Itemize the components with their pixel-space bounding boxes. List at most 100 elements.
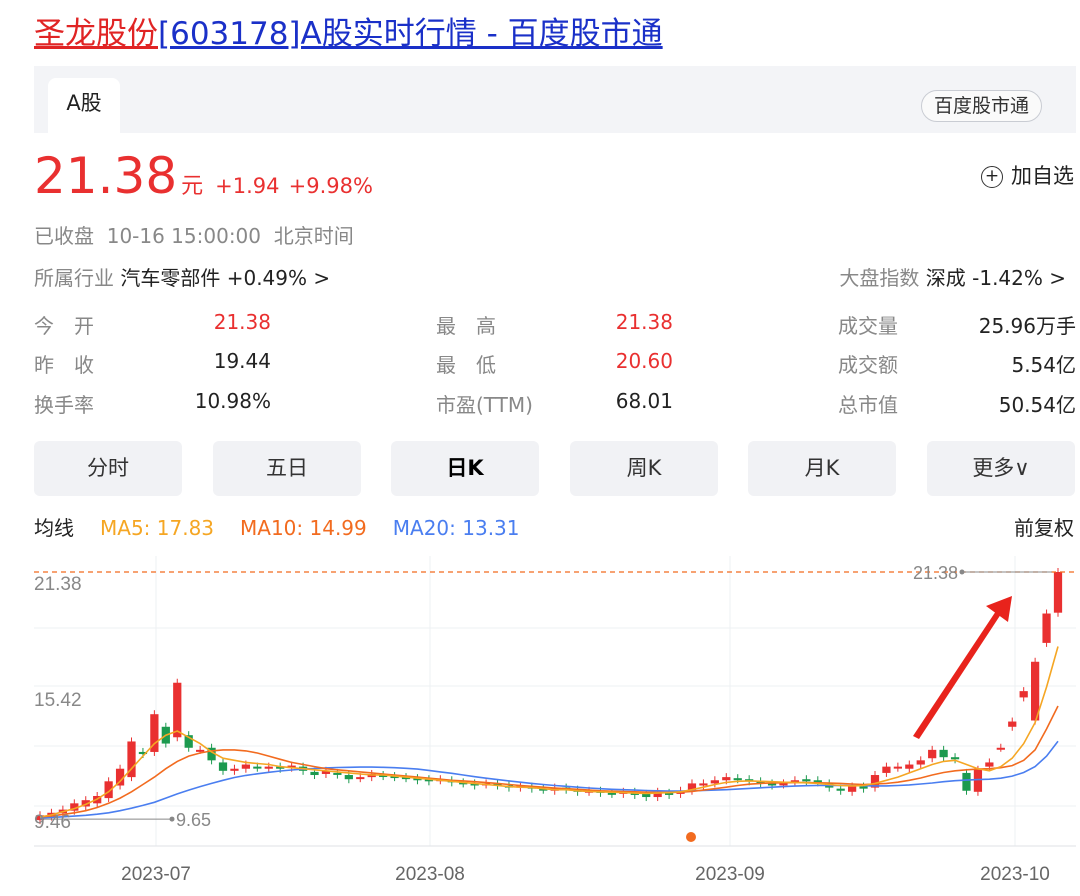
volume-value: 25.96万手 — [978, 314, 1076, 338]
market-tab-bar: A股 百度股市通 — [34, 66, 1076, 133]
candle — [973, 769, 983, 792]
market-cap-label: 总市值 — [838, 393, 898, 417]
high-value: 21.38 — [615, 310, 673, 334]
prev-close-value: 19.44 — [213, 349, 271, 373]
price-block: 21.38 元 +1.94 +9.98% — [34, 146, 373, 206]
candle — [607, 792, 617, 795]
market-cap-value: 50.54亿 — [998, 393, 1076, 417]
candle — [241, 764, 251, 769]
tab-monthly-k[interactable]: 月K — [748, 441, 896, 496]
candle — [699, 783, 708, 786]
add-watchlist-label: 加自选 — [1011, 164, 1074, 188]
candle — [859, 786, 868, 789]
x-tick-label: 2023-10 — [980, 864, 1050, 885]
candle — [710, 780, 719, 784]
ma-label: 均线 — [34, 516, 74, 540]
candle — [1042, 613, 1051, 643]
low-label: 最 低 — [436, 353, 496, 377]
plot-background — [34, 556, 1076, 846]
candle — [1019, 691, 1028, 698]
volume-label: 成交量 — [838, 314, 898, 338]
current-price: 21.38 — [34, 147, 178, 205]
price-unit: 元 — [181, 174, 204, 199]
amount-value: 5.54亿 — [1011, 353, 1076, 377]
ma5-value: MA5: 17.83 — [100, 516, 215, 540]
candle — [642, 793, 651, 798]
source-badge[interactable]: 百度股市通 — [920, 90, 1042, 122]
kline-chart[interactable]: 21.38 9.65 21.38 15.42 9.46 2023-07 2023-08 20… — [0, 556, 1080, 896]
candle — [264, 766, 273, 769]
candle — [356, 777, 365, 780]
adjust-toggle[interactable]: 前复权 — [1014, 512, 1074, 541]
candle — [928, 749, 937, 759]
industry-value: 汽车零部件 +0.49% > — [120, 266, 331, 290]
ma-legend: 均线 MA5: 17.83 MA10: 14.99 MA20: 13.31 — [34, 512, 546, 541]
stock-title-link[interactable]: [603178]A股实时行情 - 百度股市通 — [158, 16, 663, 52]
price-change-pct: +9.98% — [288, 174, 373, 198]
candle — [882, 766, 891, 773]
min-marker-label: 9.65 — [176, 810, 211, 830]
index-value: 深成 -1.42% > — [925, 266, 1066, 290]
open-value: 21.38 — [213, 310, 271, 334]
tab-a-share[interactable]: A股 — [48, 78, 120, 133]
pe-value: 68.01 — [615, 389, 673, 413]
candle — [1008, 721, 1017, 727]
candle — [230, 768, 239, 771]
industry-link[interactable]: 所属行业 汽车零部件 +0.49% > — [34, 262, 330, 291]
candle — [344, 775, 353, 780]
candle — [1053, 572, 1063, 613]
index-label: 大盘指数 — [839, 266, 920, 290]
period-tabs: 分时 五日 日K 周K 月K 更多∨ — [34, 441, 1076, 496]
prev-close-label: 昨 收 — [34, 353, 94, 377]
candle — [333, 772, 342, 775]
candle — [985, 762, 994, 767]
chart-grid — [34, 556, 1076, 847]
candle — [779, 783, 788, 786]
ma10-value: MA10: 14.99 — [240, 516, 367, 540]
candle — [733, 778, 742, 781]
candle — [847, 786, 857, 792]
candle — [802, 779, 811, 782]
tab-intraday[interactable]: 分时 — [34, 441, 182, 496]
ma20-value: MA20: 13.31 — [392, 516, 520, 540]
candle — [196, 749, 205, 752]
candle — [996, 747, 1005, 750]
candle — [893, 766, 902, 769]
candle — [722, 777, 731, 781]
candle — [905, 764, 914, 769]
page-title[interactable]: 圣龙股份[603178]A股实时行情 - 百度股市通 — [34, 14, 663, 54]
tab-five-day[interactable]: 五日 — [213, 441, 361, 496]
tab-daily-k[interactable]: 日K — [391, 441, 539, 496]
event-marker-dot — [686, 832, 696, 842]
x-tick-label: 2023-07 — [121, 864, 191, 885]
candle — [173, 682, 182, 738]
tab-more[interactable]: 更多∨ — [927, 441, 1075, 496]
low-value: 20.60 — [615, 349, 673, 373]
stock-name-link[interactable]: 圣龙股份 — [34, 16, 158, 52]
price-change: +1.94 — [215, 174, 280, 198]
candle — [218, 762, 228, 771]
pe-label: 市盈(TTM) — [436, 393, 533, 417]
candle — [836, 788, 845, 791]
industry-label: 所属行业 — [34, 266, 114, 290]
max-marker-dot — [959, 569, 965, 575]
candle — [310, 771, 319, 776]
max-marker-label: 21.38 — [913, 563, 958, 583]
amount-label: 成交额 — [838, 353, 898, 377]
open-label: 今 开 — [34, 314, 94, 338]
candle — [916, 760, 925, 765]
turnover-label: 换手率 — [34, 393, 94, 417]
y-tick-label: 21.38 — [34, 574, 82, 595]
tab-weekly-k[interactable]: 周K — [570, 441, 718, 496]
y-tick-label: 15.42 — [34, 690, 82, 711]
plus-circle-icon: + — [981, 166, 1003, 188]
high-label: 最 高 — [436, 314, 496, 338]
add-watchlist-button[interactable]: + 加自选 — [981, 160, 1074, 190]
x-tick-label: 2023-09 — [695, 864, 765, 885]
candle — [939, 749, 948, 758]
candle — [962, 772, 971, 791]
turnover-value: 10.98% — [194, 389, 271, 413]
candle — [950, 757, 960, 760]
market-index-link[interactable]: 大盘指数 深成 -1.42% > — [839, 262, 1066, 291]
candle — [253, 766, 262, 769]
